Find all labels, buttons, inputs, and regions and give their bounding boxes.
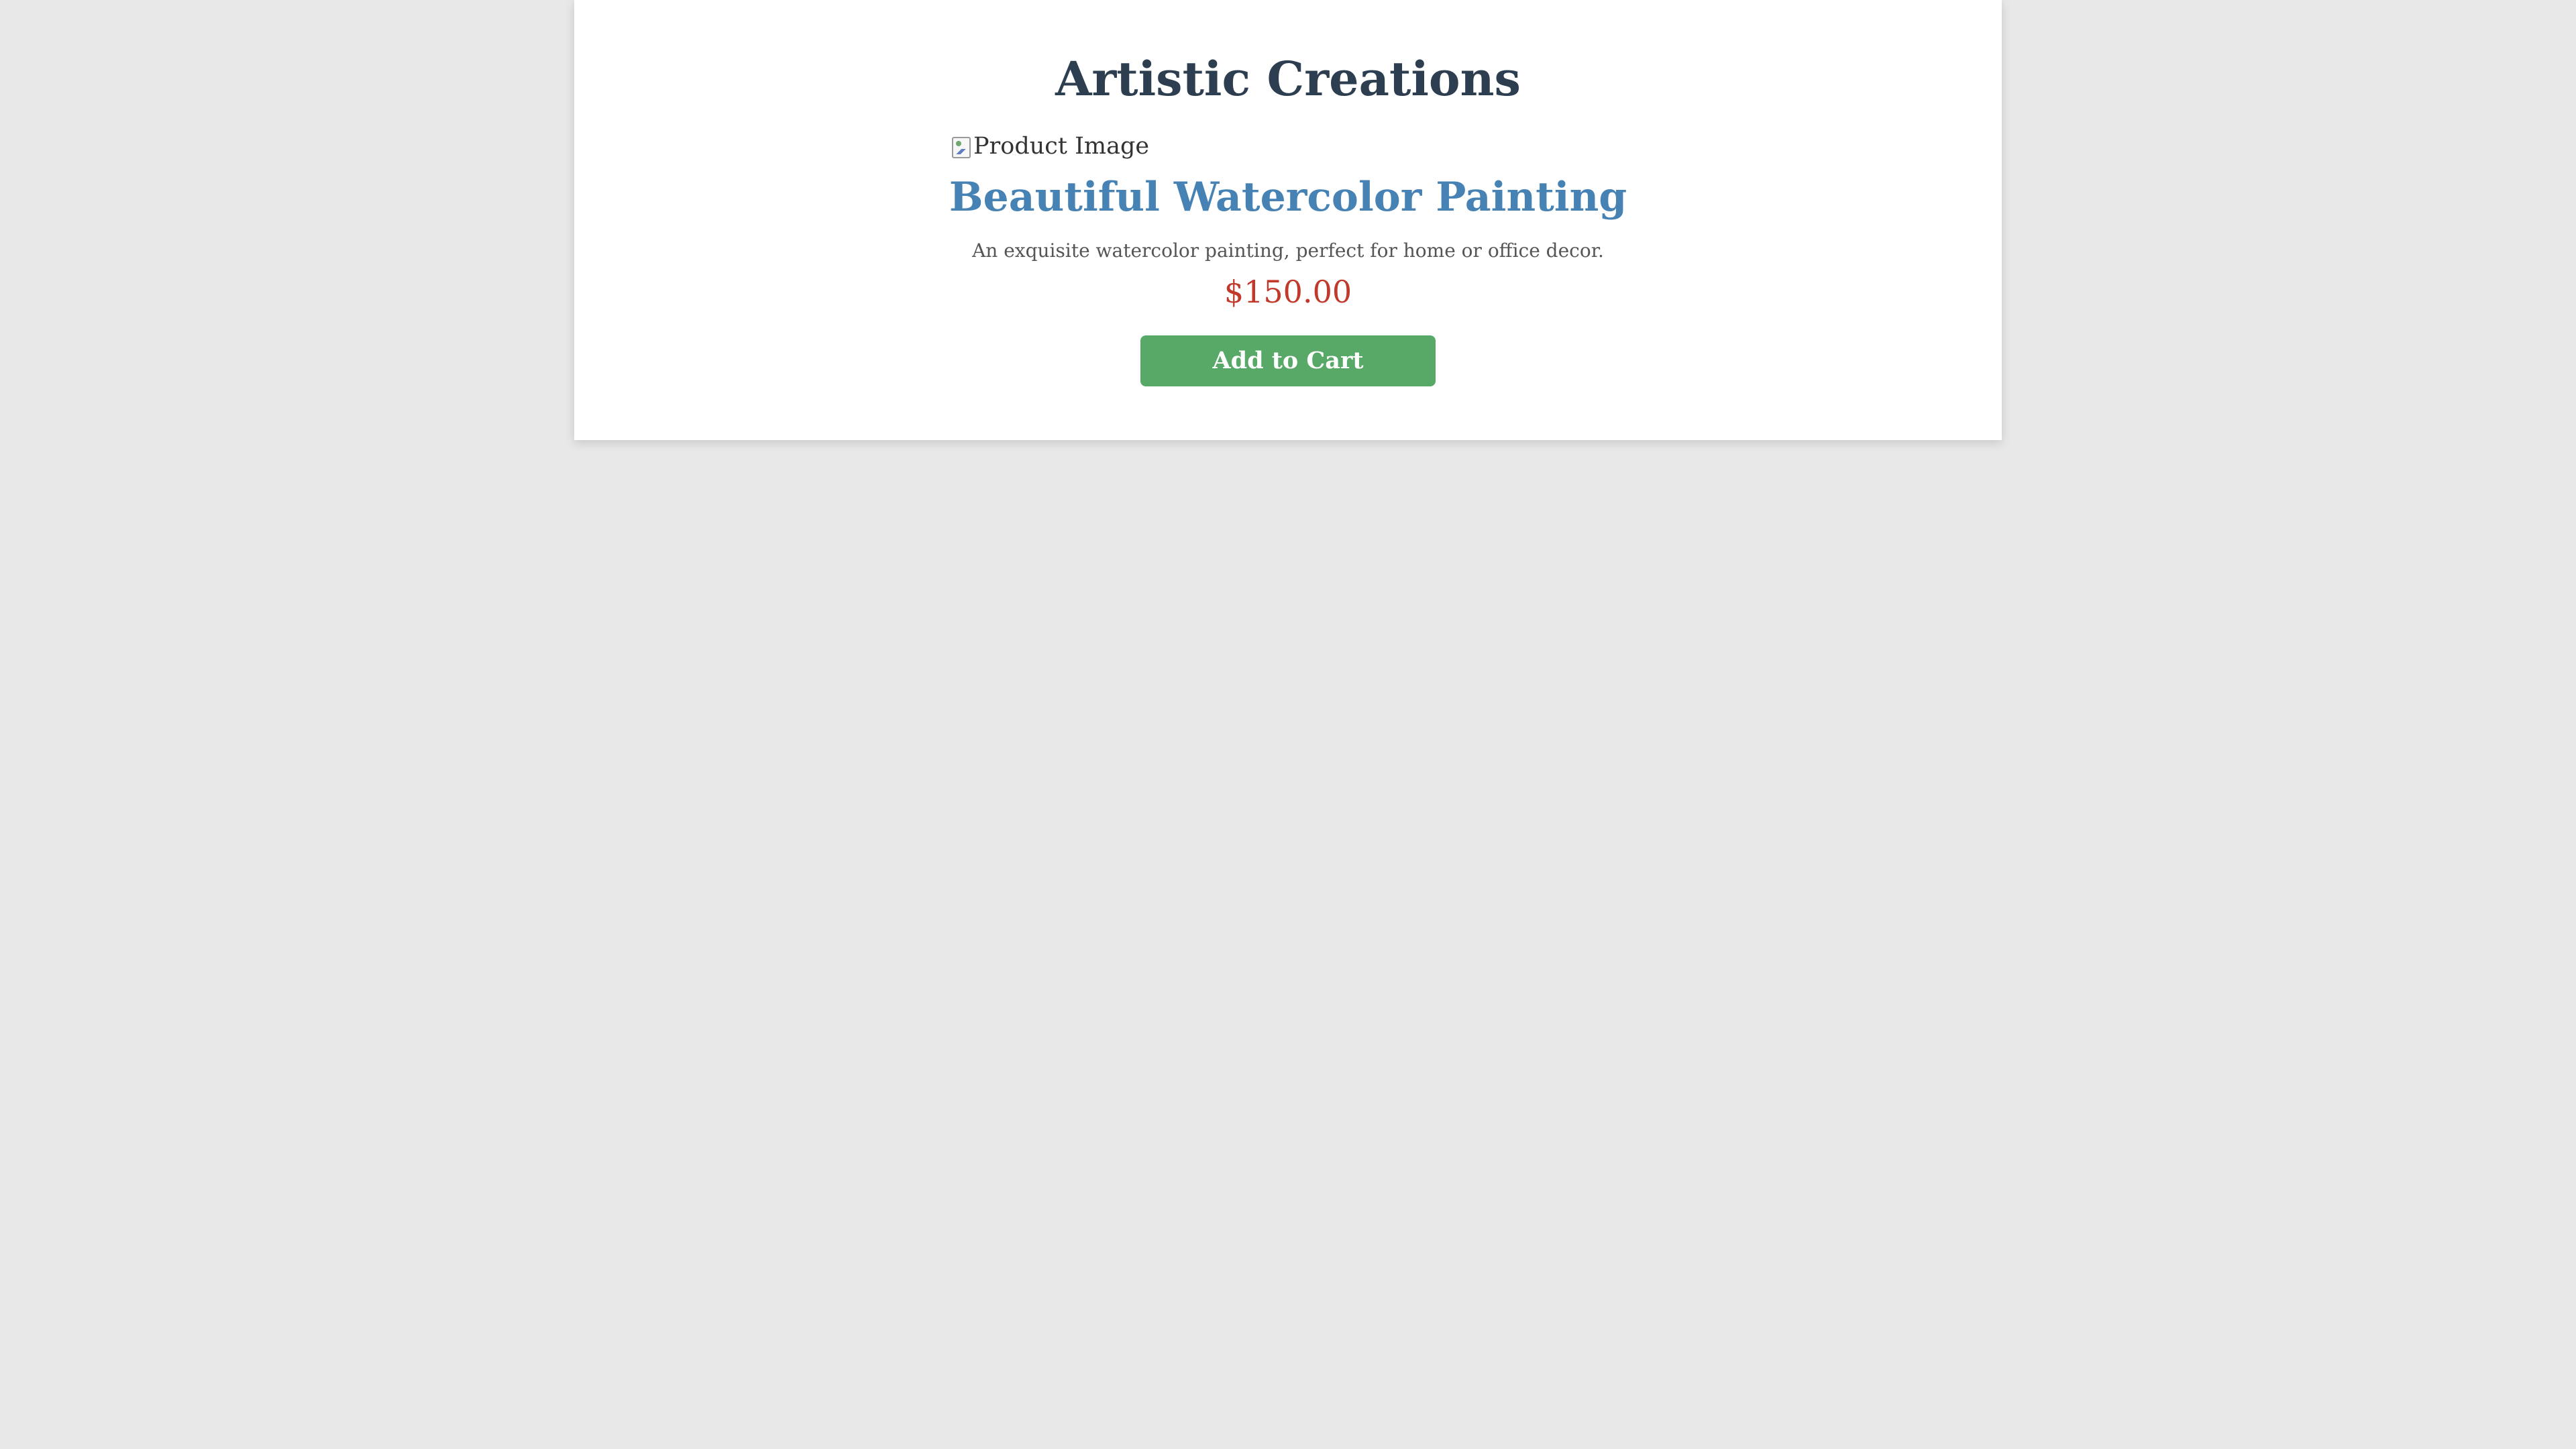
product-description: An exquisite watercolor painting, perfec… <box>972 239 1604 262</box>
product-price: $150.00 <box>1224 274 1352 310</box>
product-name: Beautiful Watercolor Painting <box>949 174 1627 221</box>
product-card: Artistic Creations Product Image Beautif… <box>574 0 2002 440</box>
store-title: Artistic Creations <box>1055 51 1521 107</box>
product-image: Product Image <box>952 130 1149 162</box>
product-image-alt-text: Product Image <box>973 133 1150 160</box>
add-to-cart-button[interactable]: Add to Cart <box>1140 335 1436 386</box>
broken-image-icon <box>952 137 971 158</box>
